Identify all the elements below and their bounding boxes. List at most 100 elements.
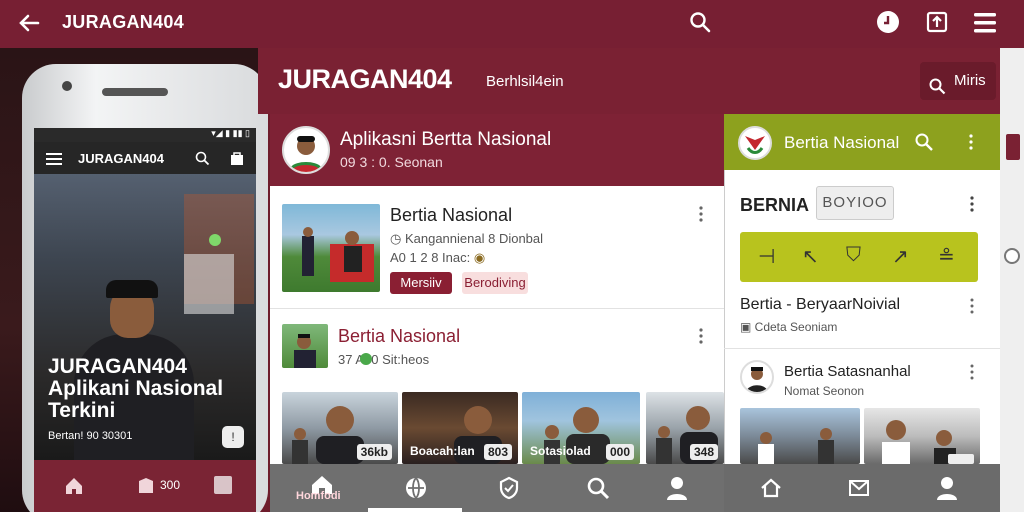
card2-kebab-icon[interactable] — [698, 328, 704, 349]
home-nav-label: Homfodi — [296, 490, 341, 502]
card1-title[interactable]: Bertia Nasional — [390, 205, 512, 226]
phone-news-icon[interactable] — [136, 476, 156, 496]
right-item1-meta: ▣ Cdeta Seoniam — [740, 320, 837, 334]
right-tag-label: BERNIA — [740, 195, 810, 215]
card1-secondary-button[interactable]: Berodiving — [462, 272, 528, 294]
right-item2-title[interactable]: Bertia Satasnanhal — [784, 363, 911, 380]
right-item2-meta: Nomat Seonon — [784, 384, 865, 398]
clock-small-icon: ◷ — [390, 231, 405, 246]
app-title: JURAGAN404 — [62, 12, 185, 32]
right-edge-bar — [1000, 48, 1024, 512]
person-cap — [106, 280, 158, 298]
right-tile-1[interactable] — [740, 408, 860, 464]
card1-thumbnail[interactable] — [282, 204, 380, 292]
card2-thumbnail[interactable] — [282, 324, 328, 368]
tile-2[interactable]: Boacah:lan 803 — [402, 392, 518, 464]
search-nav-icon[interactable] — [586, 476, 610, 500]
tile-4-badge: 348 — [689, 444, 718, 460]
bottom-nav: Homfodi — [270, 464, 724, 512]
category-icon-2[interactable]: ↖ — [802, 244, 819, 269]
phone-square-icon[interactable] — [214, 476, 232, 494]
share-icon[interactable] — [925, 10, 949, 34]
top-app-bar: JURAGAN404 — [0, 0, 1024, 48]
tile-3[interactable]: Sotasiolad 000 — [522, 392, 640, 464]
phone-menu-icon[interactable] — [46, 152, 62, 165]
card1-kebab-icon[interactable] — [698, 206, 704, 227]
tile-2-label: Boacah:lan — [410, 444, 475, 458]
profile-nav-icon[interactable] — [666, 476, 688, 500]
card2-meta-text: 37 A00 Sit:heos — [338, 352, 430, 367]
phone-search-icon[interactable] — [194, 150, 210, 166]
category-icon-1[interactable]: ⊣ — [758, 244, 775, 269]
phone-badge[interactable]: ! — [222, 426, 244, 448]
right-panel-title: Bertia Nasional — [784, 133, 900, 152]
main-subtitle: Berhlsil4ein — [486, 73, 564, 90]
phone-camera — [62, 81, 72, 91]
card1-meta-2: A0 1 2 8 Inac: ◉ — [390, 250, 485, 266]
home-nav-item[interactable]: Homfodi — [296, 470, 348, 510]
card2-title[interactable]: Bertia Nasional — [338, 326, 460, 347]
right-tag-kebab-icon[interactable] — [969, 196, 975, 217]
badge-small-icon: ◉ — [473, 250, 486, 265]
shield-icon[interactable] — [498, 476, 520, 500]
right-mail-icon[interactable] — [848, 477, 870, 499]
right-profile-icon[interactable] — [936, 476, 958, 500]
card1-meta2-text: A0 1 2 8 Inac: — [390, 250, 471, 265]
right-item1-title[interactable]: Bertia - BeryaarNoivial — [740, 296, 900, 314]
right-home-icon[interactable] — [760, 477, 782, 499]
phone-speaker — [102, 88, 168, 96]
globe-icon[interactable] — [404, 476, 428, 500]
overlay-line-1: JURAGAN404 — [48, 355, 187, 378]
menu-icon[interactable] — [972, 11, 998, 35]
divider — [270, 308, 724, 309]
phone-caption: Bertan! 90 30301 — [48, 430, 133, 442]
tile-1-badge: 36kb — [356, 444, 392, 460]
category-icon-3[interactable]: ⛉ — [846, 244, 861, 267]
tile-1[interactable]: 36kb — [282, 392, 398, 464]
phone-status-bar: ▾◢ ▮ ▮▮ ▯ — [34, 128, 256, 142]
card1-primary-button[interactable]: Mersiiv — [390, 272, 452, 294]
search-button-label: Miris — [954, 72, 986, 89]
calendar-small-icon: ▣ — [740, 320, 755, 334]
right-item2-avatar[interactable] — [740, 360, 774, 394]
card1-meta-1: ◷ Kangannienal 8 Dionbal — [390, 231, 543, 247]
right-divider — [724, 348, 1000, 349]
right-item1-meta-text: Cdeta Seoniam — [754, 320, 838, 334]
right-tag-button[interactable]: BOYIOO — [816, 186, 894, 220]
right-item1-kebab-icon[interactable] — [969, 298, 975, 319]
overlay-line-3: Terkini — [48, 399, 116, 422]
feed-avatar[interactable] — [282, 126, 330, 174]
feed-title: Aplikasni Bertta Nasional — [340, 129, 552, 150]
phone-app-title: JURAGAN404 — [78, 151, 164, 166]
phone-overlay-title: JURAGAN404 Aplikani Nasional Terkini — [48, 356, 223, 422]
tile-4[interactable]: 348 — [646, 392, 724, 464]
green-dot-icon — [360, 353, 372, 365]
back-arrow-icon[interactable] — [16, 10, 42, 36]
search-button[interactable]: Miris — [920, 62, 996, 100]
tile-3-label: Sotasiolad — [530, 444, 591, 458]
right-item2-kebab-icon[interactable] — [969, 364, 975, 385]
search-icon[interactable] — [688, 10, 712, 34]
right-panel-header: Bertia Nasional — [724, 114, 1000, 170]
category-bar: ⊣ ↖ ⛉ ↗ ≗ — [740, 232, 978, 282]
category-icon-5[interactable]: ≗ — [938, 244, 955, 269]
right-tile-2[interactable] — [864, 408, 980, 464]
right-kebab-icon[interactable] — [968, 134, 974, 155]
phone-bottom-nav: 300 — [34, 460, 256, 512]
phone-screen: ▾◢ ▮ ▮▮ ▯ JURAGAN404 JURAGAN404 Aplikani… — [34, 128, 256, 512]
card2-meta: 37 A00 Sit:heos — [338, 352, 429, 367]
category-icon-4[interactable]: ↗ — [892, 244, 909, 269]
tile-2-badge: 803 — [483, 444, 512, 460]
phone-app-bar: JURAGAN404 — [34, 142, 256, 174]
right-panel-logo[interactable] — [738, 126, 772, 160]
right-search-icon[interactable] — [914, 132, 934, 152]
phone-bag-icon[interactable] — [229, 150, 245, 166]
radio-indicator[interactable] — [1004, 248, 1020, 264]
phone-home-icon[interactable] — [64, 476, 84, 496]
overlay-line-2: Aplikani Nasional — [48, 377, 224, 400]
scroll-tab[interactable] — [1006, 134, 1020, 160]
phone-nav-label: 300 — [160, 478, 181, 492]
main-title: JURAGAN404 — [278, 64, 452, 94]
clock-icon[interactable] — [876, 10, 900, 34]
feed-meta: 09 3 : 0. Seonan — [340, 154, 443, 170]
